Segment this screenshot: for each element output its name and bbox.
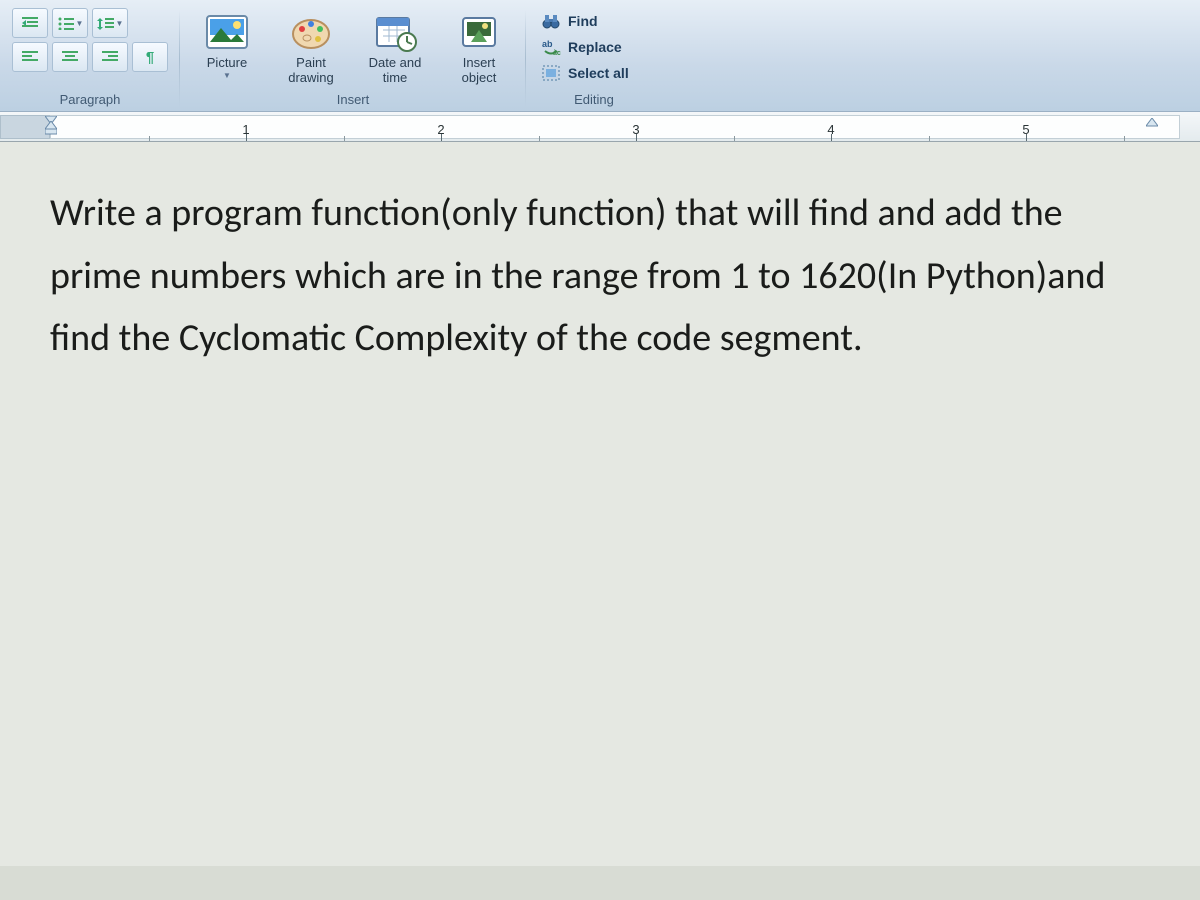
svg-text:ac: ac — [553, 50, 561, 56]
paint-drawing-button[interactable]: Paint drawing — [272, 8, 350, 88]
group-insert: Picture ▼ Paint drawing Date and time I — [180, 6, 526, 111]
group-paragraph: ▼ ▼ ¶ Paragr — [0, 6, 180, 111]
object-icon — [456, 10, 502, 54]
replace-icon: abac — [540, 37, 562, 57]
decrease-indent-button[interactable] — [12, 8, 48, 38]
hanging-indent-marker[interactable] — [45, 121, 57, 140]
align-left-button[interactable] — [12, 42, 48, 72]
calendar-clock-icon — [372, 10, 418, 54]
date-time-button[interactable]: Date and time — [356, 8, 434, 88]
find-button[interactable]: Find — [538, 10, 650, 32]
select-all-icon — [540, 63, 562, 83]
insert-object-label: Insert object — [462, 56, 497, 86]
chevron-down-icon: ▼ — [76, 19, 84, 28]
right-indent-marker[interactable] — [1146, 118, 1158, 137]
ruler[interactable]: 1 2 3 4 5 — [0, 112, 1200, 142]
chevron-down-icon: ▼ — [223, 71, 231, 80]
group-label-paragraph: Paragraph — [8, 88, 172, 109]
find-label: Find — [568, 13, 598, 29]
group-editing: Find abac Replace Select all Editing — [526, 6, 662, 111]
chevron-down-icon: ▼ — [116, 19, 124, 28]
select-all-button[interactable]: Select all — [538, 62, 650, 84]
date-time-label: Date and time — [369, 56, 422, 86]
insert-object-button[interactable]: Insert object — [440, 8, 518, 88]
line-spacing-button[interactable]: ▼ — [92, 8, 128, 38]
binoculars-icon — [540, 11, 562, 31]
picture-icon — [204, 10, 250, 54]
palette-icon — [288, 10, 334, 54]
document-area[interactable]: Write a program function(only function) … — [0, 142, 1200, 866]
replace-label: Replace — [568, 39, 622, 55]
document-body[interactable]: Write a program function(only function) … — [50, 182, 1110, 370]
ruler-track: 1 2 3 4 5 — [50, 115, 1180, 139]
align-right-button[interactable] — [92, 42, 128, 72]
show-marks-button[interactable]: ¶ — [132, 42, 168, 72]
select-all-label: Select all — [568, 65, 629, 81]
bullets-button[interactable]: ▼ — [52, 8, 88, 38]
picture-button[interactable]: Picture ▼ — [188, 8, 266, 82]
group-label-editing: Editing — [534, 88, 654, 109]
svg-text:ab: ab — [542, 39, 553, 49]
align-center-button[interactable] — [52, 42, 88, 72]
paint-drawing-label: Paint drawing — [288, 56, 334, 86]
group-label-insert: Insert — [188, 88, 518, 109]
picture-label: Picture — [207, 56, 247, 71]
replace-button[interactable]: abac Replace — [538, 36, 650, 58]
ribbon: ▼ ▼ ¶ Paragr — [0, 0, 1200, 112]
